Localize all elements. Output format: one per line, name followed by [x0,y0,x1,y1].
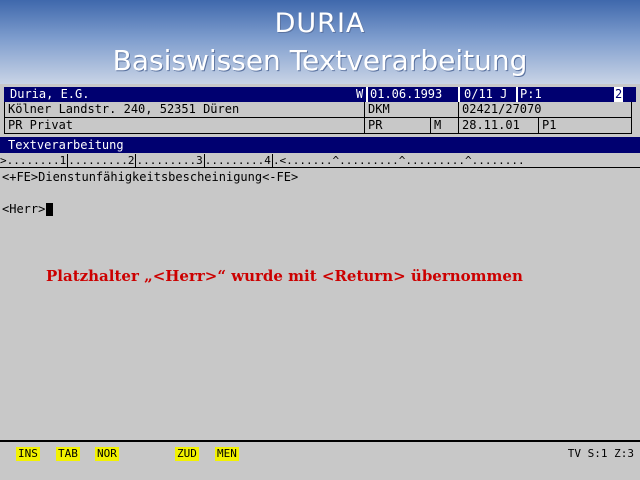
nor-key[interactable]: NOR [95,447,119,461]
ruler-segment: >........1 [0,154,69,167]
record-count: 2 [614,87,624,102]
ruler-segment: .........3 [136,154,205,167]
separator [366,87,368,102]
slide-header: DURIA Basiswissen Textverarbeitung [0,0,640,84]
status-date-field[interactable]: 28.11.01 [459,118,539,133]
terminal-window: Duria, E.G. W 01.06.1993 0/11 J P:1 2 Kö… [0,84,640,480]
address-field[interactable]: Kölner Landstr. 240, 52351 Düren [5,102,365,117]
separator [458,87,460,102]
status-field[interactable]: PR Privat [5,118,365,133]
status-row: PR Privat PR M 28.11.01 P1 [4,118,632,134]
bottom-strip [0,464,640,480]
placeholder-text: <Herr> [2,202,46,216]
insurer-field[interactable]: DKM [365,102,459,117]
status-bar: INS TAB NOR ZUD MEN TV S:1 Z:3 [0,440,640,464]
record-date: 01.06.1993 [370,87,443,101]
record-header-bar: Duria, E.G. W 01.06.1993 0/11 J P:1 2 [4,87,636,102]
status-abbr-field[interactable]: PR [365,118,431,133]
ins-key[interactable]: INS [16,447,40,461]
tab-ruler[interactable]: >........1 .........2 .........3 .........4… [0,154,640,168]
gender-field[interactable]: M [431,118,459,133]
record-code: 0/11 J [464,87,508,101]
text-cursor [46,203,54,216]
status-info: TV S:1 Z:3 [567,447,634,460]
document-line-heading[interactable]: <+FE>Dienstunfähigkeitsbescheinigung<-FE… [2,170,298,184]
address-row: Kölner Landstr. 240, 52351 Düren DKM 024… [4,102,632,118]
record-flag: W [356,87,364,101]
phone-field[interactable]: 02421/27070 [459,102,631,117]
slide-title: DURIA [274,8,366,39]
ruler-tab-stops: .<.......^.........^.........^........ [272,154,525,167]
slide-subtitle: Basiswissen Textverarbeitung [112,44,528,77]
record-page: P:1 [520,87,542,101]
men-key[interactable]: MEN [215,447,239,461]
ruler-segment: .........2 [68,154,137,167]
patient-name: Duria, E.G. [10,87,90,101]
tab-key[interactable]: TAB [56,447,80,461]
status-mark-field[interactable]: P1 [539,118,631,133]
document-line-placeholder[interactable]: <Herr> [2,202,54,216]
separator [516,87,518,102]
ruler-segment: .........4 [204,154,273,167]
zud-key[interactable]: ZUD [175,447,199,461]
annotation-text: Platzhalter „<Herr>“ wurde mit <Return> … [46,267,523,285]
section-title-bar: Textverarbeitung [0,137,640,153]
